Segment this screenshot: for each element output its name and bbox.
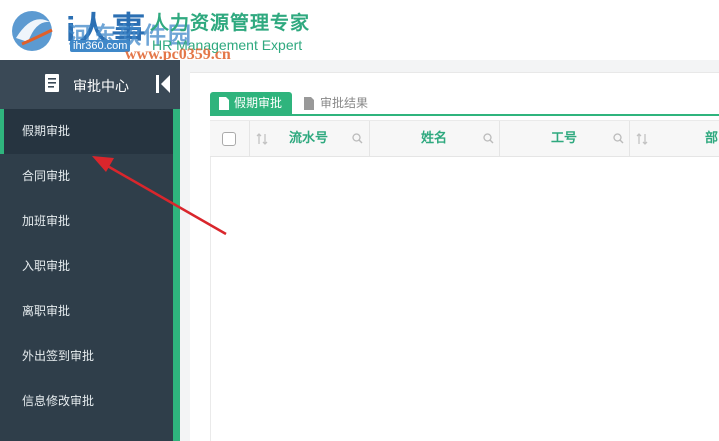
sidebar-nav: 假期审批 合同审批 加班审批 入职审批 离职审批 外出签到审批 信息修改审批 bbox=[0, 109, 173, 424]
sidebar-item-label: 外出签到审批 bbox=[22, 349, 95, 363]
table-header: 流水号 姓名 工号 部 bbox=[210, 120, 719, 157]
sidebar-item-label: 加班审批 bbox=[22, 214, 71, 228]
search-icon[interactable] bbox=[613, 133, 624, 144]
app-header: i人事 河东软件园 ihr360.com 人力资源管理专家 HR Managem… bbox=[0, 0, 719, 63]
brand-title: 人力资源管理专家 bbox=[150, 12, 311, 34]
tab-label: 审批结果 bbox=[320, 96, 369, 110]
sidebar-item-checkin-approval[interactable]: 外出签到审批 bbox=[0, 334, 173, 379]
search-icon[interactable] bbox=[483, 133, 494, 144]
sidebar-item-contract-approval[interactable]: 合同审批 bbox=[0, 154, 173, 199]
sort-icon[interactable] bbox=[636, 133, 648, 145]
document-icon bbox=[45, 74, 59, 92]
column-title: 工号 bbox=[551, 131, 578, 146]
tab-approval-results[interactable]: 审批结果 bbox=[304, 92, 394, 115]
select-all-checkbox[interactable] bbox=[222, 132, 236, 146]
column-header-serial[interactable]: 流水号 bbox=[250, 121, 370, 156]
sidebar-item-label: 入职审批 bbox=[22, 259, 71, 273]
sidebar-item-label: 假期审批 bbox=[22, 124, 71, 138]
sidebar-item-label: 离职审批 bbox=[22, 304, 71, 318]
column-header-department[interactable]: 部 bbox=[630, 121, 719, 156]
sidebar-item-leave-approval[interactable]: 假期审批 bbox=[0, 109, 173, 154]
column-header-name[interactable]: 姓名 bbox=[370, 121, 500, 156]
sidebar-scrollbar[interactable] bbox=[173, 109, 180, 441]
column-title: 部 bbox=[705, 131, 719, 146]
sidebar-header: 审批中心 bbox=[0, 60, 180, 109]
sidebar-item-resignation-approval[interactable]: 离职审批 bbox=[0, 289, 173, 334]
document-icon bbox=[219, 97, 229, 110]
tab-bar: 假期审批 审批结果 bbox=[210, 92, 410, 115]
sidebar: 审批中心 假期审批 合同审批 加班审批 入职审批 离职审批 外出签到审批 信息修… bbox=[0, 60, 180, 441]
header-checkbox-cell bbox=[210, 121, 250, 156]
tab-leave-approval[interactable]: 假期审批 bbox=[210, 92, 292, 115]
sidebar-item-label: 合同审批 bbox=[22, 169, 71, 183]
column-header-employee-id[interactable]: 工号 bbox=[500, 121, 630, 156]
tab-label: 假期审批 bbox=[234, 96, 283, 110]
sort-icon[interactable] bbox=[256, 133, 268, 145]
tab-underline bbox=[210, 114, 719, 116]
column-title: 姓名 bbox=[421, 131, 448, 146]
search-icon[interactable] bbox=[352, 133, 363, 144]
document-icon bbox=[304, 97, 314, 110]
column-title: 流水号 bbox=[289, 131, 329, 146]
sidebar-item-onboarding-approval[interactable]: 入职审批 bbox=[0, 244, 173, 289]
app-window: i人事 河东软件园 ihr360.com 人力资源管理专家 HR Managem… bbox=[0, 0, 719, 441]
sidebar-title: 审批中心 bbox=[73, 79, 129, 95]
company-logo-icon bbox=[12, 11, 53, 51]
sidebar-item-label: 信息修改审批 bbox=[22, 394, 95, 408]
collapse-left-icon[interactable] bbox=[155, 74, 171, 94]
sidebar-item-overtime-approval[interactable]: 加班审批 bbox=[0, 199, 173, 244]
table-body bbox=[210, 157, 719, 441]
watermark-url: ihr360.com bbox=[70, 40, 131, 52]
sidebar-item-info-change-approval[interactable]: 信息修改审批 bbox=[0, 379, 173, 424]
